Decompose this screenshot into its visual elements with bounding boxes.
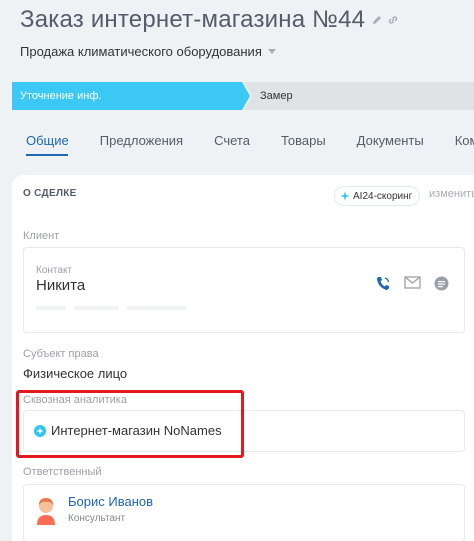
responsible-card: Борис Иванов Консультант [23, 484, 465, 541]
stage-bar: Уточнение инф. Замер [12, 82, 474, 110]
pipeline-selector[interactable]: Продажа климатического оборудования [20, 44, 276, 59]
contact-details-placeholder [36, 306, 196, 312]
subject-value: Физическое лицо [23, 366, 128, 381]
responsible-name[interactable]: Борис Иванов [68, 494, 153, 509]
tab-bar: Общие Предложения Счета Товары Документы… [26, 131, 474, 151]
ai-scoring-badge[interactable]: AI24-скоринг [334, 186, 421, 206]
contact-card: Контакт Никита [23, 247, 465, 333]
change-link[interactable]: изменить [429, 188, 474, 200]
responsible-label: Ответственный [23, 466, 102, 478]
mail-icon[interactable] [404, 276, 421, 289]
pencil-icon[interactable] [371, 14, 383, 26]
chat-icon[interactable] [434, 276, 449, 291]
responsible-role: Консультант [68, 513, 126, 524]
highlight-frame [16, 390, 244, 458]
avatar[interactable] [34, 495, 58, 525]
pipeline-label: Продажа климатического оборудования [20, 44, 262, 59]
stage-clarification[interactable]: Уточнение инф. [12, 82, 250, 110]
title-icons [371, 14, 399, 26]
section-title: О СДЕЛКЕ [23, 188, 77, 199]
link-icon[interactable] [387, 14, 399, 26]
subject-label: Субъект права [23, 348, 99, 360]
chevron-down-icon [267, 49, 276, 54]
stage-measure[interactable]: Замер [244, 82, 474, 110]
contact-label: Контакт [36, 265, 73, 276]
tab-products[interactable]: Товары [281, 131, 326, 151]
phone-icon[interactable] [376, 276, 390, 291]
client-label: Клиент [23, 230, 60, 242]
active-tab-underline [26, 154, 68, 156]
tab-general[interactable]: Общие [26, 131, 69, 151]
ai-badge-label: AI24-скоринг [353, 190, 413, 202]
tab-communications[interactable]: Комм [455, 131, 474, 151]
title-row: Заказ интернет-магазина №44 [20, 6, 399, 34]
tab-documents[interactable]: Документы [357, 131, 424, 151]
sparkle-icon [340, 191, 350, 201]
page-title: Заказ интернет-магазина №44 [20, 6, 366, 33]
tab-offers[interactable]: Предложения [100, 131, 183, 151]
tab-invoices[interactable]: Счета [214, 131, 250, 151]
contact-name[interactable]: Никита [36, 277, 85, 294]
